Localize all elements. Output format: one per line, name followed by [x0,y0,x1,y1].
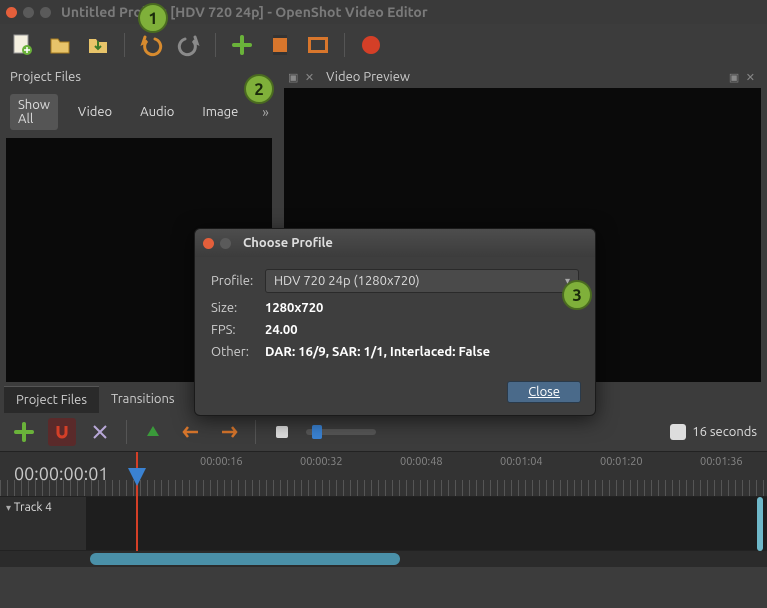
video-preview-title: Video Preview [326,70,410,84]
ruler-label: 00:01:36 [700,456,743,468]
ruler-label: 00:00:48 [400,456,443,468]
ruler-ticks [0,480,767,496]
timeline-toolbar: 16 seconds [0,413,767,451]
filter-audio[interactable]: Audio [132,101,182,123]
track-end-handle[interactable] [757,497,763,551]
undo-button[interactable] [137,31,165,59]
next-marker-button[interactable] [215,418,243,446]
toolbar-separator [124,33,125,57]
track-header[interactable]: ▾ Track 4 [0,497,86,518]
profile-label: Profile: [211,274,265,288]
size-label: Size: [211,301,265,315]
filter-tabs: Show All Video Audio Image » [0,88,278,138]
duration-icon [670,424,686,440]
playhead-line [136,497,138,551]
toolbar-separator [126,420,127,444]
filter-more-icon[interactable]: » [258,104,269,120]
scrollbar-thumb[interactable] [90,553,400,565]
redo-button[interactable] [175,31,203,59]
save-project-button[interactable] [84,31,112,59]
tab-transitions[interactable]: Transitions [99,386,187,413]
fullscreen-button[interactable] [304,31,332,59]
fps-value: 24.00 [265,323,298,337]
track-row[interactable]: ▾ Track 4 [0,497,767,551]
marker-button[interactable] [139,418,167,446]
center-playhead-button[interactable] [268,418,296,446]
toolbar-separator [215,33,216,57]
project-files-title: Project Files [10,70,81,84]
profile-select[interactable]: HDV 720 24p (1280x720) ▾ [265,269,579,293]
fps-label: FPS: [211,323,265,337]
tracks-area: ▾ Track 4 [0,497,767,551]
window-minimize-icon[interactable] [23,7,34,18]
prev-marker-button[interactable] [177,418,205,446]
timeline-ruler[interactable]: 00:00:00:01 00:00:16 00:00:32 00:00:48 0… [0,451,767,497]
open-project-button[interactable] [46,31,74,59]
profile-select-value: HDV 720 24p (1280x720) [274,274,420,288]
annotation-badge-2: 2 [244,74,274,104]
window-maximize-icon[interactable] [40,7,51,18]
export-button[interactable] [357,31,385,59]
choose-profile-dialog: Choose Profile Profile: HDV 720 24p (128… [194,228,596,416]
dialog-close-icon[interactable] [203,238,214,249]
ruler-label: 00:00:32 [300,456,343,468]
undock-icon[interactable]: ▣ ✕ [288,71,316,84]
new-project-button[interactable] [8,31,36,59]
dialog-minimize-icon[interactable] [220,238,231,249]
ruler-label: 00:00:16 [200,456,243,468]
track-body[interactable] [86,497,767,550]
razor-button[interactable] [86,418,114,446]
zoom-slider-handle[interactable] [312,425,322,439]
track-label: Track 4 [14,501,52,514]
other-label: Other: [211,345,265,359]
main-toolbar [0,24,767,66]
add-track-button[interactable] [10,418,38,446]
window-title: Untitled Project [HDV 720 24p] - OpenSho… [61,4,428,20]
tab-project-files[interactable]: Project Files [4,386,99,413]
ruler-label: 00:01:04 [500,456,543,468]
annotation-badge-3: 3 [562,280,592,310]
import-files-button[interactable] [228,31,256,59]
size-value: 1280x720 [265,301,323,315]
filter-show-all[interactable]: Show All [10,94,58,130]
dialog-title: Choose Profile [243,236,333,250]
playhead-flag-icon[interactable] [128,468,146,488]
profile-button[interactable] [266,31,294,59]
annotation-badge-1: 1 [138,3,168,33]
toolbar-separator [255,420,256,444]
chevron-down-icon[interactable]: ▾ [6,502,11,513]
filter-video[interactable]: Video [70,101,120,123]
snap-button[interactable] [48,418,76,446]
timeline-scrollbar[interactable] [0,551,767,567]
filter-image[interactable]: Image [194,101,246,123]
titlebar: Untitled Project [HDV 720 24p] - OpenSho… [0,0,767,24]
duration-label: 16 seconds [692,425,757,439]
close-button[interactable]: Close [507,381,581,403]
zoom-slider[interactable] [306,429,376,435]
ruler-label: 00:01:20 [600,456,643,468]
toolbar-separator [344,33,345,57]
other-value: DAR: 16/9, SAR: 1/1, Interlaced: False [265,345,490,359]
dialog-titlebar[interactable]: Choose Profile [195,229,595,257]
undock-icon[interactable]: ▣ ✕ [729,71,757,84]
window-close-icon[interactable] [6,7,17,18]
